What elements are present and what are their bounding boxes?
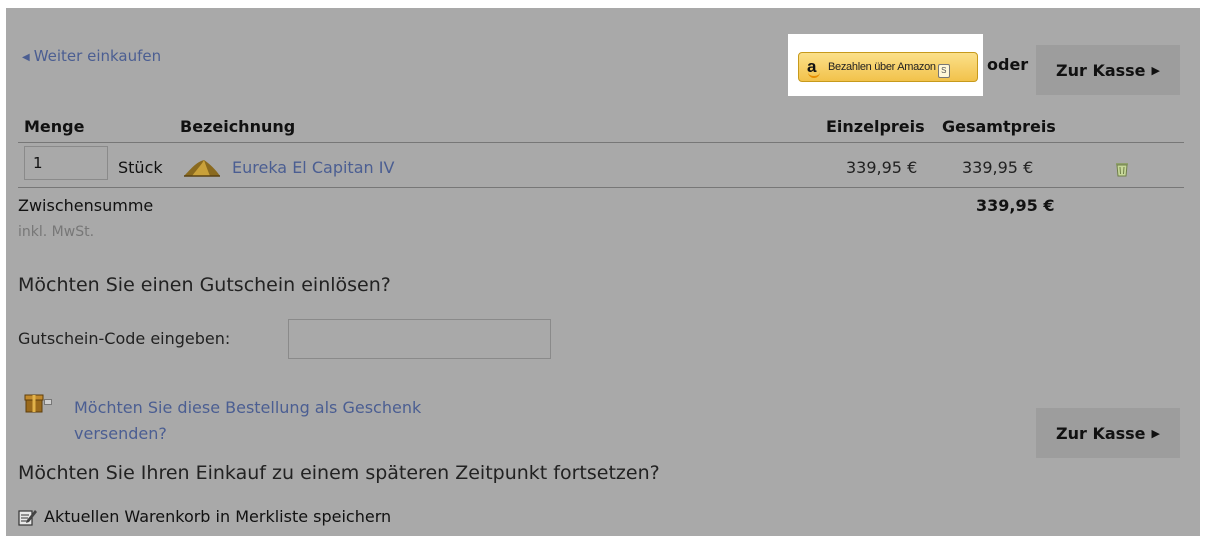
coupon-question: Möchten Sie einen Gutschein einlösen? [18,274,391,296]
triangle-right-icon: ▶ [1151,426,1160,440]
gift-box-icon [24,394,52,413]
column-header-description: Bezeichnung [180,117,296,136]
vat-note: inkl. MwSt. [18,224,95,240]
product-name-link[interactable]: Eureka El Capitan IV [232,158,394,177]
table-divider [18,187,1184,188]
amazon-badge: S [937,64,950,78]
total-price: 339,95 € [962,158,1034,177]
checkout-button-bottom[interactable]: Zur Kasse ▶ [1036,408,1180,458]
table-divider [18,142,1184,143]
triangle-left-icon: ◀ [22,52,30,63]
frame-border [0,536,1212,546]
frame-border [1200,0,1212,546]
note-edit-icon[interactable] [18,508,38,526]
amazon-pay-label: Bezahlen über Amazon [828,61,936,73]
triangle-right-icon: ▶ [1151,63,1160,77]
trash-icon[interactable] [1115,161,1129,177]
frame-border [0,0,6,546]
subtotal-label: Zwischensumme [18,196,154,215]
checkout-label: Zur Kasse [1055,423,1146,443]
checkout-label: Zur Kasse [1055,60,1146,80]
column-header-total-price: Gesamtpreis [942,117,1056,136]
subtotal-value: 339,95 € [976,196,1055,215]
quantity-input[interactable]: 1 [24,146,108,180]
save-to-wishlist-link[interactable]: Aktuellen Warenkorb in Merkliste speiche… [44,507,391,526]
coupon-code-label: Gutschein-Code eingeben: [18,329,231,348]
continue-later-question: Möchten Sie Ihren Einkauf zu einem späte… [18,462,660,484]
checkout-button-top[interactable]: Zur Kasse ▶ [1036,45,1180,95]
frame-border [0,0,1212,8]
continue-shopping-link[interactable]: ◀ Weiter einkaufen [22,47,161,65]
coupon-code-input[interactable] [288,319,551,359]
column-header-unit-price: Einzelpreis [826,117,925,136]
amazon-logo-icon: a [807,58,823,78]
send-as-gift-link[interactable]: Möchten Sie diese Bestellung als Geschen… [74,395,494,447]
continue-shopping-label: Weiter einkaufen [33,47,162,65]
column-header-quantity: Menge [24,117,85,136]
unit-price: 339,95 € [846,158,918,177]
amazon-pay-button[interactable]: a Bezahlen über Amazon S [798,52,978,82]
or-label: oder [987,55,1029,74]
cart-page: ◀ Weiter einkaufen a Bezahlen über Amazon… [0,0,1212,546]
unit-label: Stück [118,158,163,177]
tent-icon[interactable] [182,156,222,180]
